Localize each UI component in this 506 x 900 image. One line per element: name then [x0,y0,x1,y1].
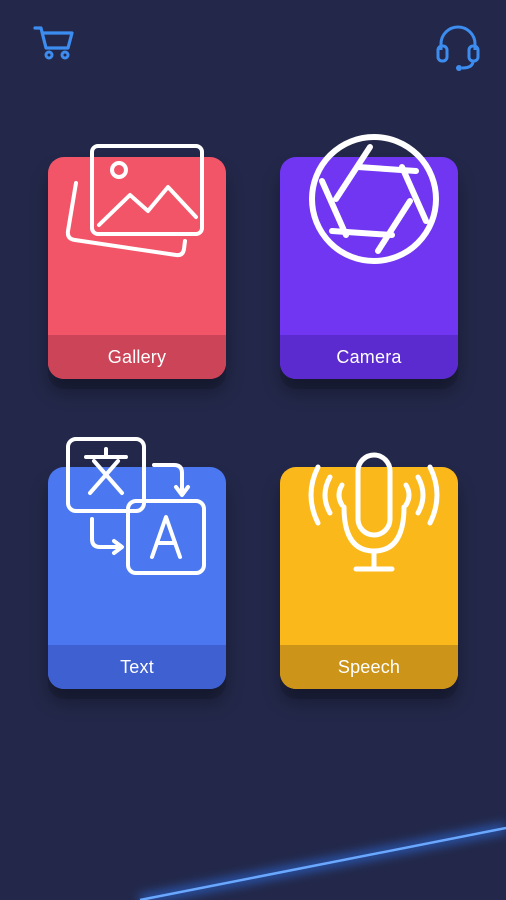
headset-icon[interactable] [436,24,480,71]
gallery-card[interactable]: Gallery [48,144,226,379]
speech-label: Speech [280,645,458,689]
text-card[interactable]: Text [48,437,226,689]
speech-card[interactable]: Speech [280,452,458,689]
camera-card[interactable]: Camera [280,134,458,379]
decorative-glow-line [139,823,506,900]
gallery-label: Gallery [48,335,226,379]
camera-label: Camera [280,335,458,379]
speech-card-face: Speech [280,467,458,689]
gallery-card-face: Gallery [48,157,226,379]
cart-icon[interactable] [32,22,76,66]
camera-card-face: Camera [280,157,458,379]
text-label: Text [48,645,226,689]
text-card-face: Text [48,467,226,689]
